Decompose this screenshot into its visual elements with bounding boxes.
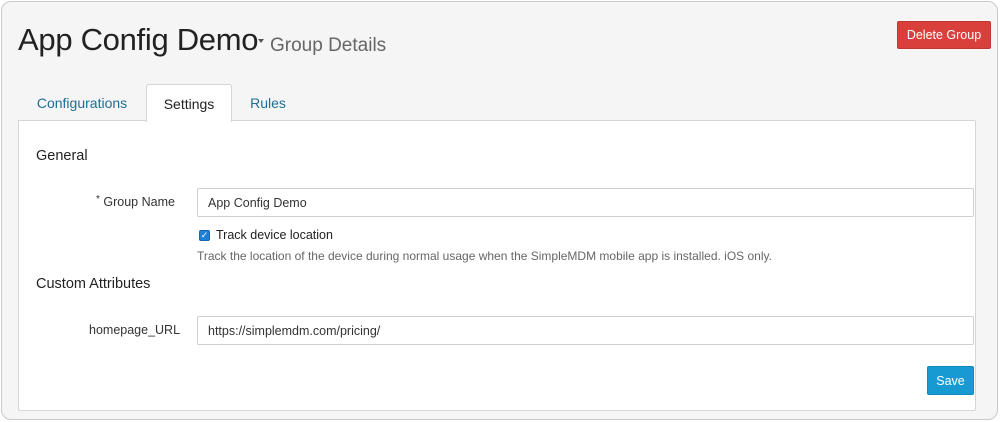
section-title-custom-attributes: Custom Attributes [36, 276, 151, 292]
tab-settings[interactable]: Settings [146, 84, 232, 122]
required-marker: * [96, 194, 100, 205]
delete-group-button[interactable]: Delete Group [897, 21, 991, 49]
track-location-label[interactable]: Track device location [216, 228, 333, 242]
page-header: App Config Demo Group Details Delete Gro… [2, 2, 997, 84]
track-location-help: Track the location of the device during … [197, 249, 772, 263]
group-name-input[interactable] [197, 188, 974, 217]
track-location-row[interactable]: ✓ Track device location [199, 227, 333, 243]
app-window: App Config Demo Group Details Delete Gro… [1, 1, 998, 420]
section-title-general: General [36, 148, 88, 164]
tab-rules[interactable]: Rules [232, 84, 304, 121]
check-icon: ✓ [200, 229, 209, 240]
group-name-label-text: Group Name [103, 195, 175, 209]
save-button[interactable]: Save [927, 366, 974, 395]
caret-down-icon[interactable] [258, 39, 264, 43]
track-location-checkbox[interactable]: ✓ [199, 229, 210, 241]
tab-configurations[interactable]: Configurations [18, 84, 146, 121]
homepage-url-input[interactable] [197, 316, 974, 345]
settings-panel: General * Group Name ✓ Track device loca… [18, 120, 976, 411]
page-title[interactable]: App Config Demo [18, 22, 258, 58]
page-subtitle: Group Details [270, 35, 387, 56]
homepage-url-label: homepage_URL [89, 323, 181, 337]
group-name-label: * Group Name [96, 194, 175, 209]
tab-bar: Configurations Settings Rules [18, 84, 976, 122]
